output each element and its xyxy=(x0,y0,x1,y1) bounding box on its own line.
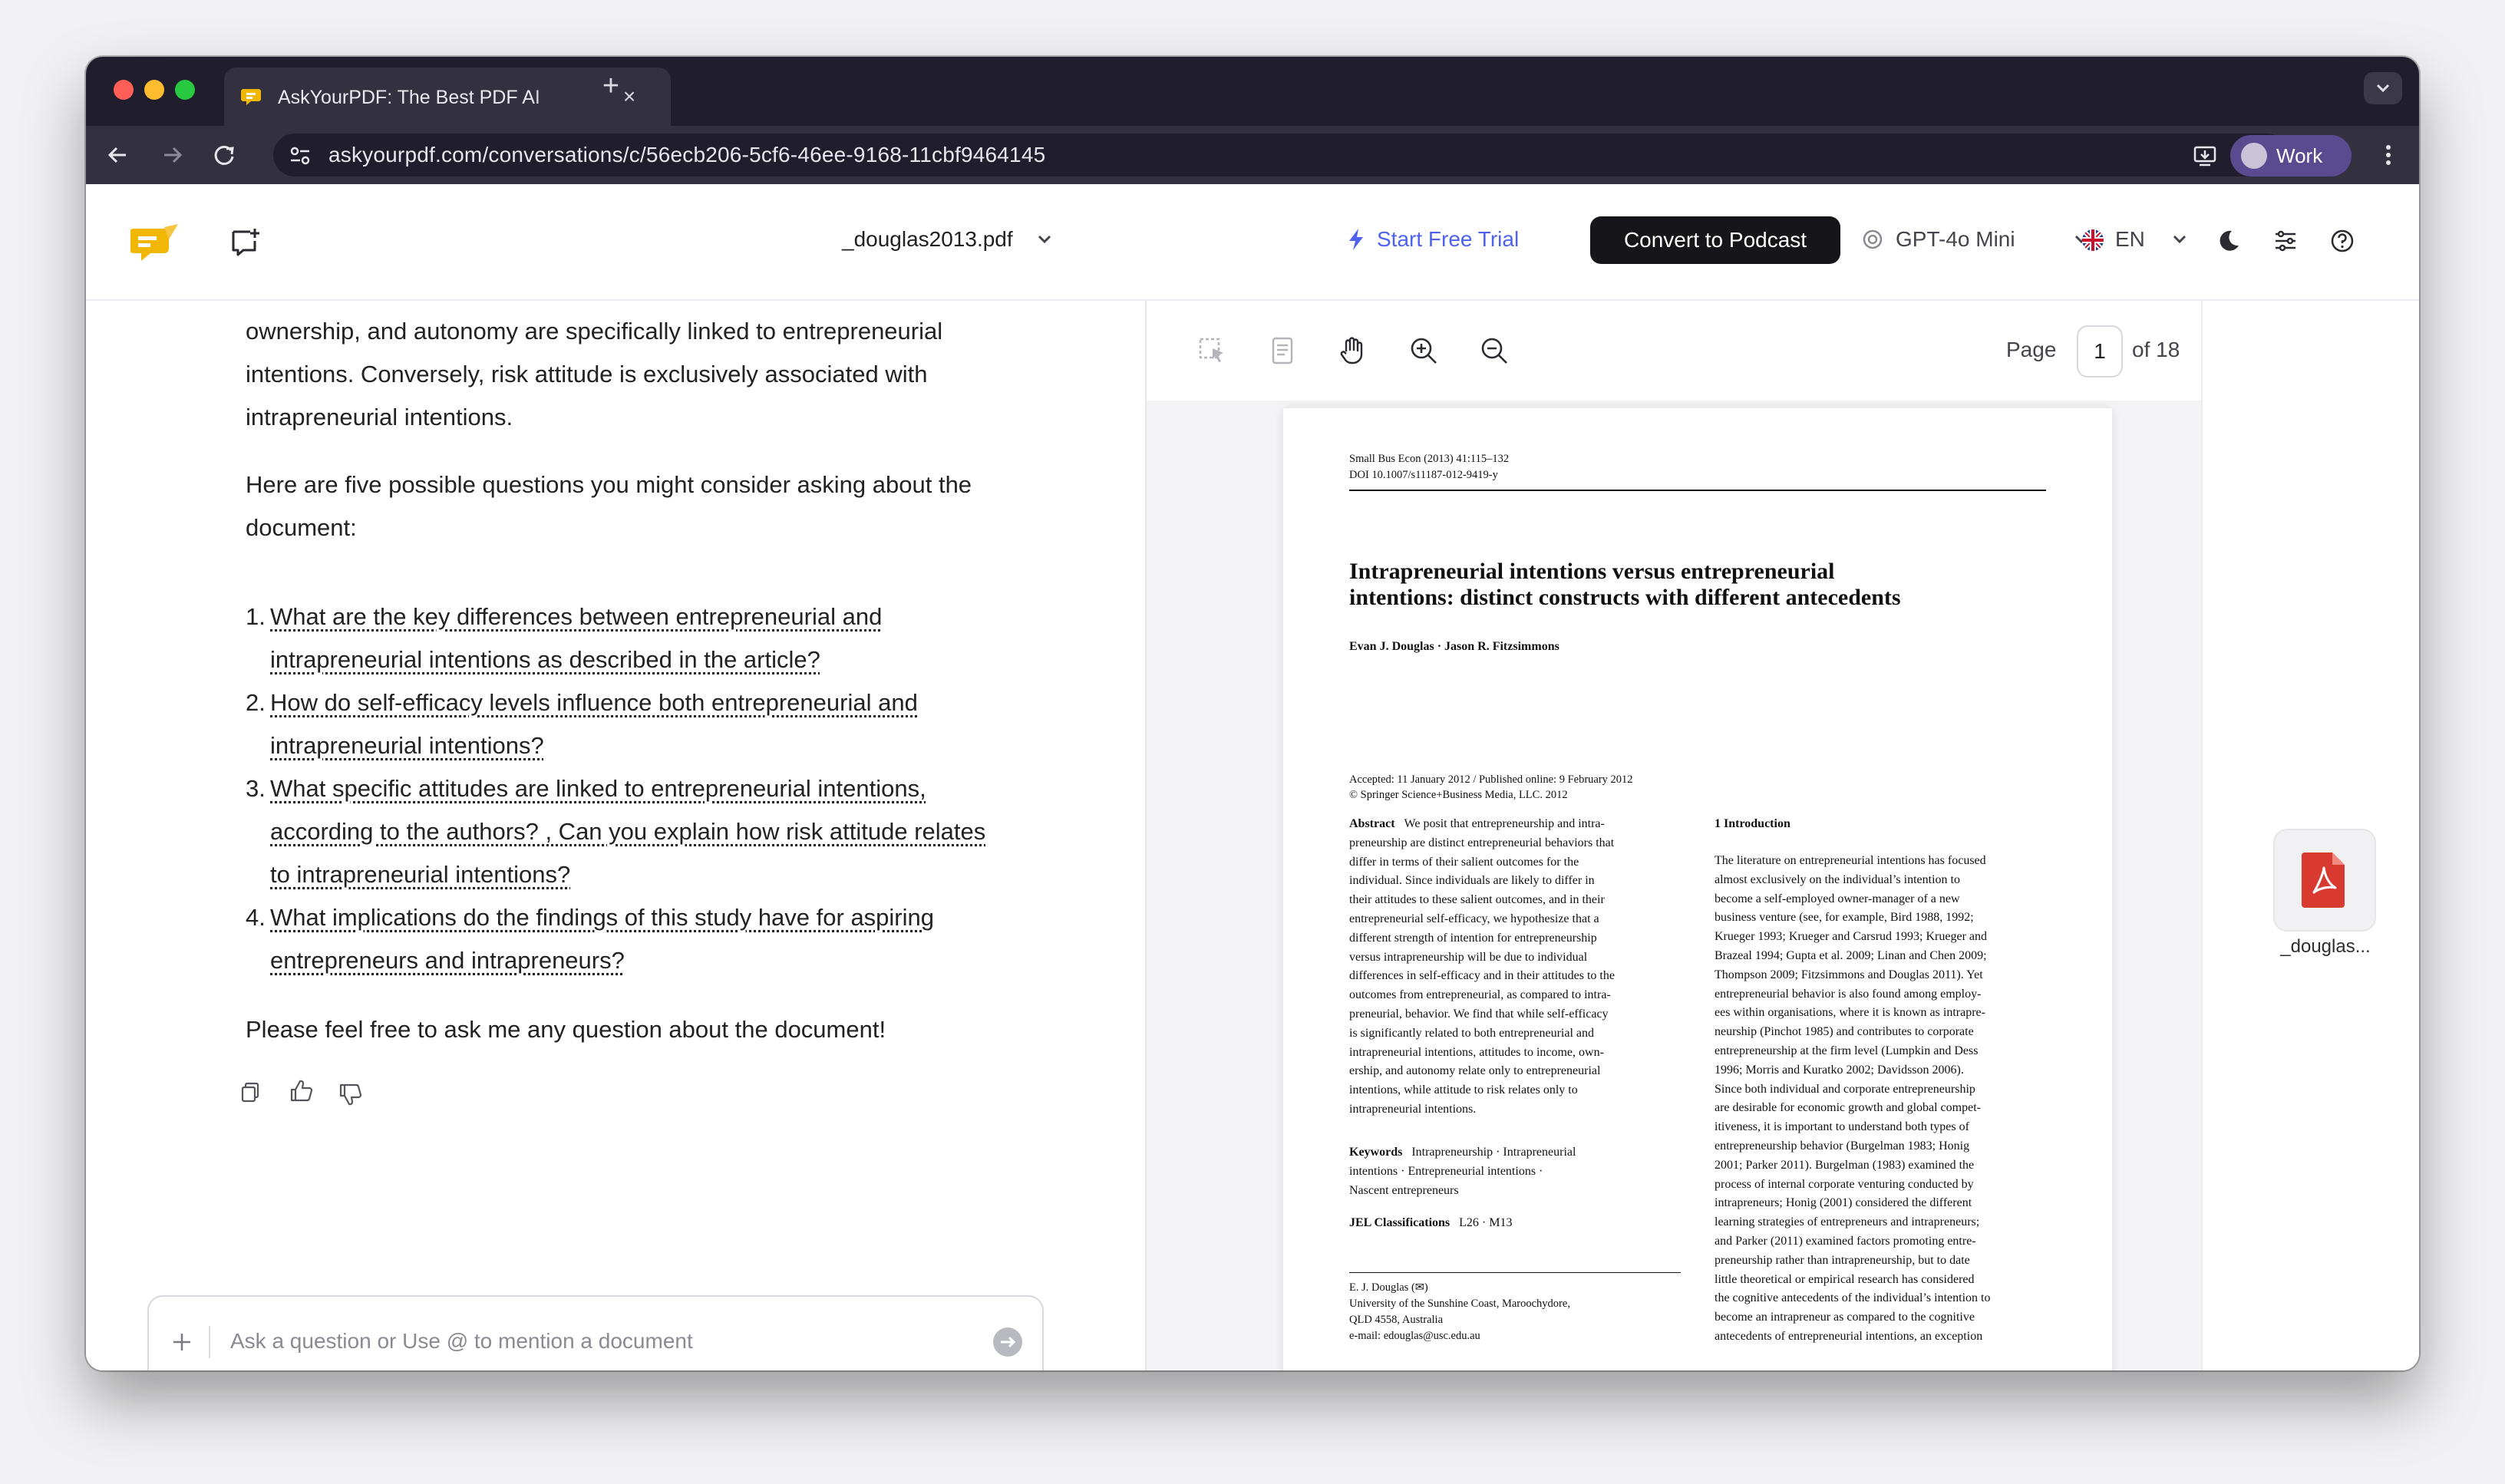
pdf-viewer: Page 1 of 18 Small Bus Econ (2013) 41:11… xyxy=(1145,301,2201,1370)
assistant-message-closing: Please feel free to ask me any question … xyxy=(246,1016,886,1043)
header-rule xyxy=(1349,490,2046,491)
new-chat-icon[interactable] xyxy=(229,226,262,259)
askyourpdf-logo-icon[interactable] xyxy=(130,223,181,265)
page-count: of 18 xyxy=(2132,338,2180,361)
zoom-window-button[interactable] xyxy=(175,80,195,100)
footnote-rule xyxy=(1349,1272,1681,1273)
convert-to-podcast-button[interactable]: Convert to Podcast xyxy=(1590,216,1840,264)
document-selector[interactable]: _douglas2013.pdf xyxy=(842,224,1051,255)
site-settings-icon[interactable] xyxy=(287,143,313,169)
minimize-window-button[interactable] xyxy=(144,80,164,100)
forward-arrow-icon[interactable] xyxy=(155,138,189,172)
help-icon[interactable] xyxy=(2328,227,2356,255)
send-arrow-icon[interactable] xyxy=(992,1326,1024,1358)
assistant-message-intro: ownership, and autonomy are specifically… xyxy=(246,318,943,430)
jel-classifications: JEL Classifications L26 · M13 xyxy=(1349,1216,1513,1229)
address-bar[interactable]: askyourpdf.com/conversations/c/56ecb206-… xyxy=(273,134,2289,176)
profile-button[interactable]: Work xyxy=(2230,135,2352,176)
app-header: _douglas2013.pdf Start Free Trial Conver… xyxy=(86,184,2419,301)
tab-search-button[interactable] xyxy=(2364,72,2402,104)
model-name: GPT-4o Mini xyxy=(1896,227,2015,251)
suggested-question-2[interactable]: 2. How do self-efficacy levels influence… xyxy=(246,681,1059,767)
back-arrow-icon[interactable] xyxy=(101,138,135,172)
keywords: Keywords Intrapreneurship · Intrapreneur… xyxy=(1349,1146,1576,1197)
page-label: Page xyxy=(2006,338,2057,361)
language-selector[interactable]: EN xyxy=(2082,224,2187,255)
paper-title: Intrapreneurial intentions versus entrep… xyxy=(1349,559,1901,610)
copyright: © Springer Science+Business Media, LLC. … xyxy=(1349,789,1568,801)
hand-pan-icon[interactable] xyxy=(1337,335,1369,367)
url-text: askyourpdf.com/conversations/c/56ecb206-… xyxy=(328,143,1046,167)
dark-mode-moon-icon[interactable] xyxy=(2215,227,2243,255)
document-tile-label: _douglas... xyxy=(2280,936,2371,957)
introduction-heading: 1 Introduction xyxy=(1715,817,1790,830)
more-menu-icon[interactable] xyxy=(2373,140,2404,170)
browser-window: AskYourPDF: The Best PDF AI × + askyourp… xyxy=(86,57,2419,1370)
avatar xyxy=(2241,143,2267,169)
askyourpdf-favicon-icon xyxy=(241,89,261,105)
viewer-toolbar: Page 1 of 18 xyxy=(1147,301,2201,401)
abstract: Abstract We posit that entrepreneurship … xyxy=(1349,817,1615,1116)
document-name: _douglas2013.pdf xyxy=(842,227,1013,251)
chevron-down-icon xyxy=(1038,235,1051,244)
assistant-message-lead: Here are five possible questions you mig… xyxy=(246,471,972,541)
chat-composer[interactable]: Ask a question or Use @ to mention a doc… xyxy=(147,1295,1044,1370)
question-input[interactable]: Ask a question or Use @ to mention a doc… xyxy=(230,1326,693,1357)
reload-icon[interactable] xyxy=(207,138,241,172)
document-text-icon[interactable] xyxy=(1266,335,1299,367)
browser-toolbar: askyourpdf.com/conversations/c/56ecb206-… xyxy=(86,126,2419,184)
install-app-icon[interactable] xyxy=(2192,143,2218,169)
openai-model-icon xyxy=(1863,229,1883,249)
close-window-button[interactable] xyxy=(114,80,134,100)
accepted-date: Accepted: 11 January 2012 / Published on… xyxy=(1349,773,1633,786)
settings-sliders-icon[interactable] xyxy=(2272,227,2299,255)
copy-icon[interactable] xyxy=(238,1079,264,1105)
chevron-down-icon xyxy=(2376,84,2390,93)
document-tile[interactable] xyxy=(2273,829,2376,932)
author-affiliation: E. J. Douglas (✉) University of the Suns… xyxy=(1349,1281,1570,1342)
start-free-trial-link[interactable]: Start Free Trial xyxy=(1349,224,1519,255)
thumbs-up-icon[interactable] xyxy=(287,1077,315,1105)
document-dock: _douglas... xyxy=(2201,301,2419,1370)
chevron-down-icon xyxy=(2173,235,2187,244)
thumbs-down-icon[interactable] xyxy=(336,1080,364,1108)
page-number-input[interactable]: 1 xyxy=(2077,325,2123,378)
uk-flag-icon xyxy=(2082,229,2104,251)
suggested-question-4[interactable]: 4. What implications do the findings of … xyxy=(246,896,1059,982)
suggested-question-1[interactable]: 1. What are the key differences between … xyxy=(246,595,1059,681)
doi: DOI 10.1007/s11187-012-9419-y xyxy=(1349,469,1498,481)
introduction-text: The literature on entrepreneurial intent… xyxy=(1715,854,1991,1343)
pdf-page: Small Bus Econ (2013) 41:115–132 DOI 10.… xyxy=(1283,408,2112,1370)
model-selector[interactable]: GPT-4o Mini xyxy=(1863,224,2088,255)
text-select-icon[interactable] xyxy=(1196,335,1228,367)
journal-citation: Small Bus Econ (2013) 41:115–132 xyxy=(1349,453,1510,465)
add-attachment-icon[interactable] xyxy=(169,1329,195,1355)
paper-authors: Evan J. Douglas · Jason R. Fitzsimmons xyxy=(1349,640,1559,653)
zoom-in-icon[interactable] xyxy=(1408,335,1440,367)
profile-label: Work xyxy=(2276,144,2323,167)
new-tab-button[interactable]: + xyxy=(596,71,626,101)
language-code: EN xyxy=(2115,227,2145,251)
lightning-icon xyxy=(1349,229,1363,250)
suggested-question-3[interactable]: 3. What specific attitudes are linked to… xyxy=(246,767,1059,896)
zoom-out-icon[interactable] xyxy=(1478,335,1510,367)
pdf-file-icon xyxy=(2302,852,2345,908)
tab-strip: AskYourPDF: The Best PDF AI × + xyxy=(86,57,2419,126)
chat-panel: ownership, and autonomy are specifically… xyxy=(86,301,1144,1370)
